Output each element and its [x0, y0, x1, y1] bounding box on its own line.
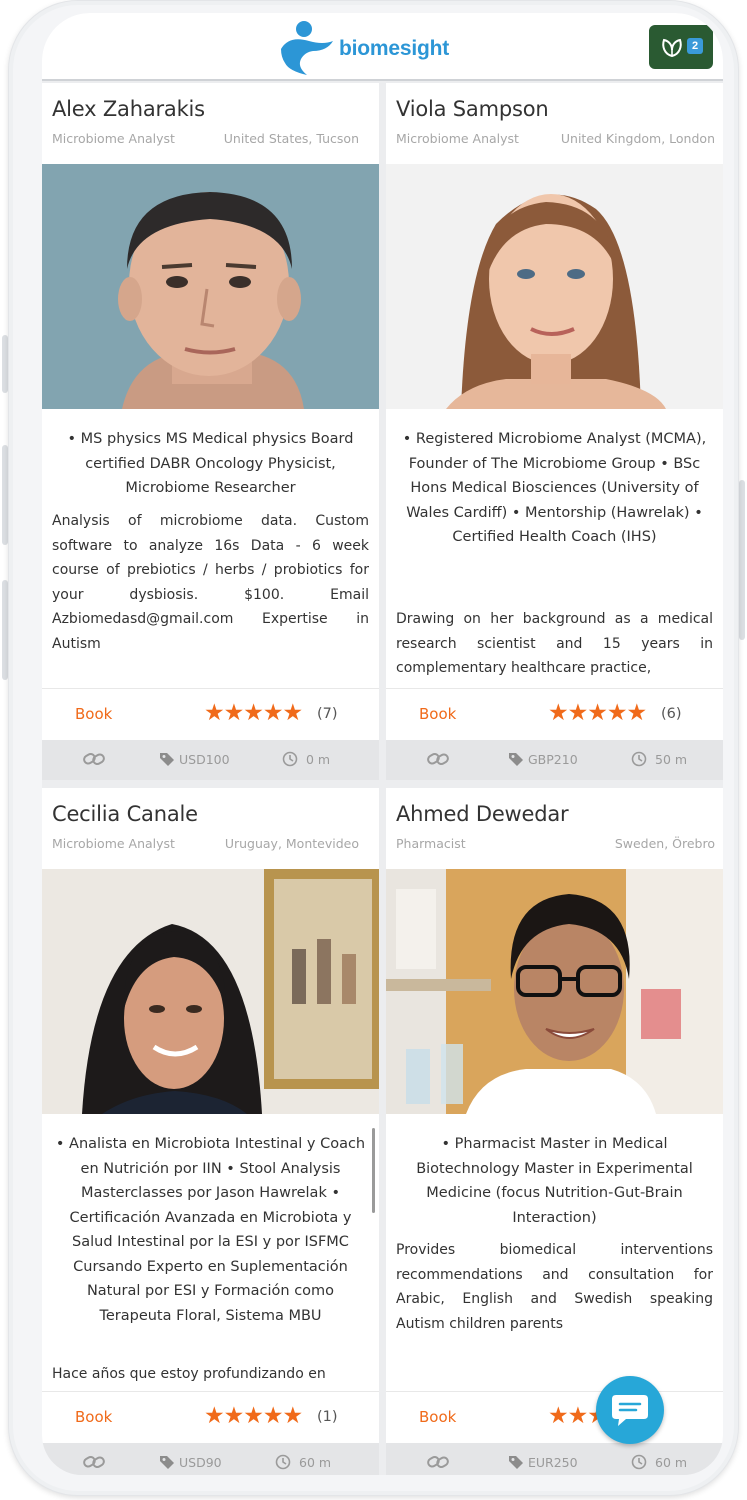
practitioner-name[interactable]: Alex Zaharakis — [52, 97, 205, 121]
price-value: EUR250 — [528, 1454, 578, 1470]
booking-row: Book ★★★★★ (1) — [42, 1391, 379, 1443]
book-button[interactable]: Book — [419, 705, 456, 723]
link-icon[interactable] — [82, 1454, 106, 1474]
brand-logo[interactable]: biomesight — [275, 19, 449, 75]
rating-stars: ★★★★★ — [204, 700, 303, 726]
booking-row: Book ★★★★★ (6) — [386, 688, 723, 740]
practitioner-description: Drawing on her background as a medical r… — [396, 611, 713, 676]
tag-icon — [160, 1456, 174, 1469]
practitioner-description: Hace años que estoy profundizando en — [52, 1366, 326, 1382]
practitioner-description: Provides biomedical interventions recomm… — [396, 1242, 713, 1332]
booking-row: Book ★★★★★ (7) — [42, 688, 379, 740]
duration-value: 50 m — [655, 751, 688, 767]
duration-value: 60 m — [299, 1454, 332, 1470]
price-info: EUR250 — [508, 1454, 578, 1470]
chat-bubble-icon — [612, 1395, 648, 1426]
booking-row: Book ★★★★★ — [386, 1391, 723, 1443]
duration-info: 60 m — [275, 1454, 331, 1470]
practitioner-photo[interactable] — [386, 164, 723, 409]
practitioner-card: Cecilia Canale Microbiome Analyst Urugua… — [42, 788, 379, 1392]
review-count[interactable]: (7) — [317, 706, 338, 722]
price-info: USD90 — [159, 1454, 222, 1470]
wellness-notification-button[interactable]: 2 — [649, 25, 713, 69]
duration-info: 60 m — [631, 1454, 687, 1470]
practitioner-location: United States, Tucson — [223, 131, 359, 146]
phone-frame: biomesight 2 Alex Zaharakis Microbiome A… — [8, 0, 739, 1496]
price-value: USD90 — [179, 1454, 222, 1470]
practitioner-role: Microbiome Analyst — [396, 131, 519, 146]
leaf-icon — [662, 38, 682, 58]
price-info: GBP210 — [508, 751, 578, 767]
practitioner-location: Uruguay, Montevideo — [224, 836, 359, 851]
review-count[interactable]: (1) — [317, 1409, 338, 1425]
duration-info: 50 m — [631, 751, 687, 767]
price-value: USD100 — [179, 751, 230, 767]
practitioner-qualifications: • Registered Microbiome Analyst (MCMA), … — [402, 431, 707, 545]
app-header: biomesight 2 — [42, 13, 723, 81]
practitioner-photo[interactable] — [42, 869, 379, 1114]
biomesight-logo-icon — [281, 21, 333, 75]
practitioner-card: Viola Sampson Microbiome Analyst United … — [386, 83, 723, 708]
practitioner-photo[interactable] — [42, 164, 379, 409]
phone-power-button — [739, 480, 745, 640]
link-icon[interactable] — [82, 751, 106, 771]
info-row: GBP210 50 m — [386, 740, 723, 780]
book-button[interactable]: Book — [75, 705, 112, 723]
practitioner-location: Sweden, Örebro — [614, 836, 715, 851]
link-icon[interactable] — [426, 751, 450, 771]
practitioner-photo[interactable] — [386, 869, 723, 1114]
practitioner-card: Alex Zaharakis Microbiome Analyst United… — [42, 83, 379, 708]
tag-icon — [509, 753, 523, 766]
review-count[interactable]: (6) — [661, 706, 682, 722]
book-button[interactable]: Book — [419, 1408, 456, 1426]
practitioner-card: Ahmed Dewedar Pharmacist Sweden, Örebro — [386, 788, 723, 1392]
practitioner-qualifications: • Analista en Microbiota Intestinal y Co… — [55, 1136, 366, 1324]
price-info: USD100 — [159, 751, 230, 767]
chat-button[interactable] — [596, 1376, 664, 1444]
practitioner-role: Pharmacist — [396, 836, 466, 851]
practitioner-qualifications: • MS physics MS Medical physics Board ce… — [67, 431, 354, 496]
clock-icon — [282, 751, 298, 767]
practitioner-name[interactable]: Cecilia Canale — [52, 802, 198, 826]
price-value: GBP210 — [528, 751, 578, 767]
duration-info: 0 m — [282, 751, 330, 767]
rating-stars: ★★★★★ — [548, 700, 647, 726]
practitioner-name[interactable]: Viola Sampson — [396, 97, 549, 121]
link-icon[interactable] — [426, 1454, 450, 1474]
practitioner-location: United Kingdom, London — [560, 131, 715, 146]
practitioner-name[interactable]: Ahmed Dewedar — [396, 802, 569, 826]
duration-value: 0 m — [306, 751, 331, 767]
clock-icon — [275, 1454, 291, 1470]
rating-stars: ★★★★★ — [204, 1403, 303, 1429]
practitioner-qualifications: • Pharmacist Master in Medical Biotechno… — [416, 1136, 693, 1226]
clock-icon — [631, 1454, 647, 1470]
practitioner-description: Analysis of microbiome data. Custom soft… — [52, 513, 369, 652]
app-screen: biomesight 2 Alex Zaharakis Microbiome A… — [42, 13, 723, 1475]
info-row: USD100 0 m — [42, 740, 379, 780]
tag-icon — [160, 753, 174, 766]
notification-count-badge: 2 — [687, 38, 703, 54]
description-scrollbar[interactable] — [372, 1128, 375, 1213]
practitioner-role: Microbiome Analyst — [52, 131, 175, 146]
info-row: EUR250 60 m — [386, 1443, 723, 1475]
tag-icon — [509, 1456, 523, 1469]
info-row: USD90 60 m — [42, 1443, 379, 1475]
clock-icon — [631, 751, 647, 767]
book-button[interactable]: Book — [75, 1408, 112, 1426]
brand-name: biomesight — [339, 37, 450, 60]
duration-value: 60 m — [655, 1454, 688, 1470]
practitioner-role: Microbiome Analyst — [52, 836, 175, 851]
